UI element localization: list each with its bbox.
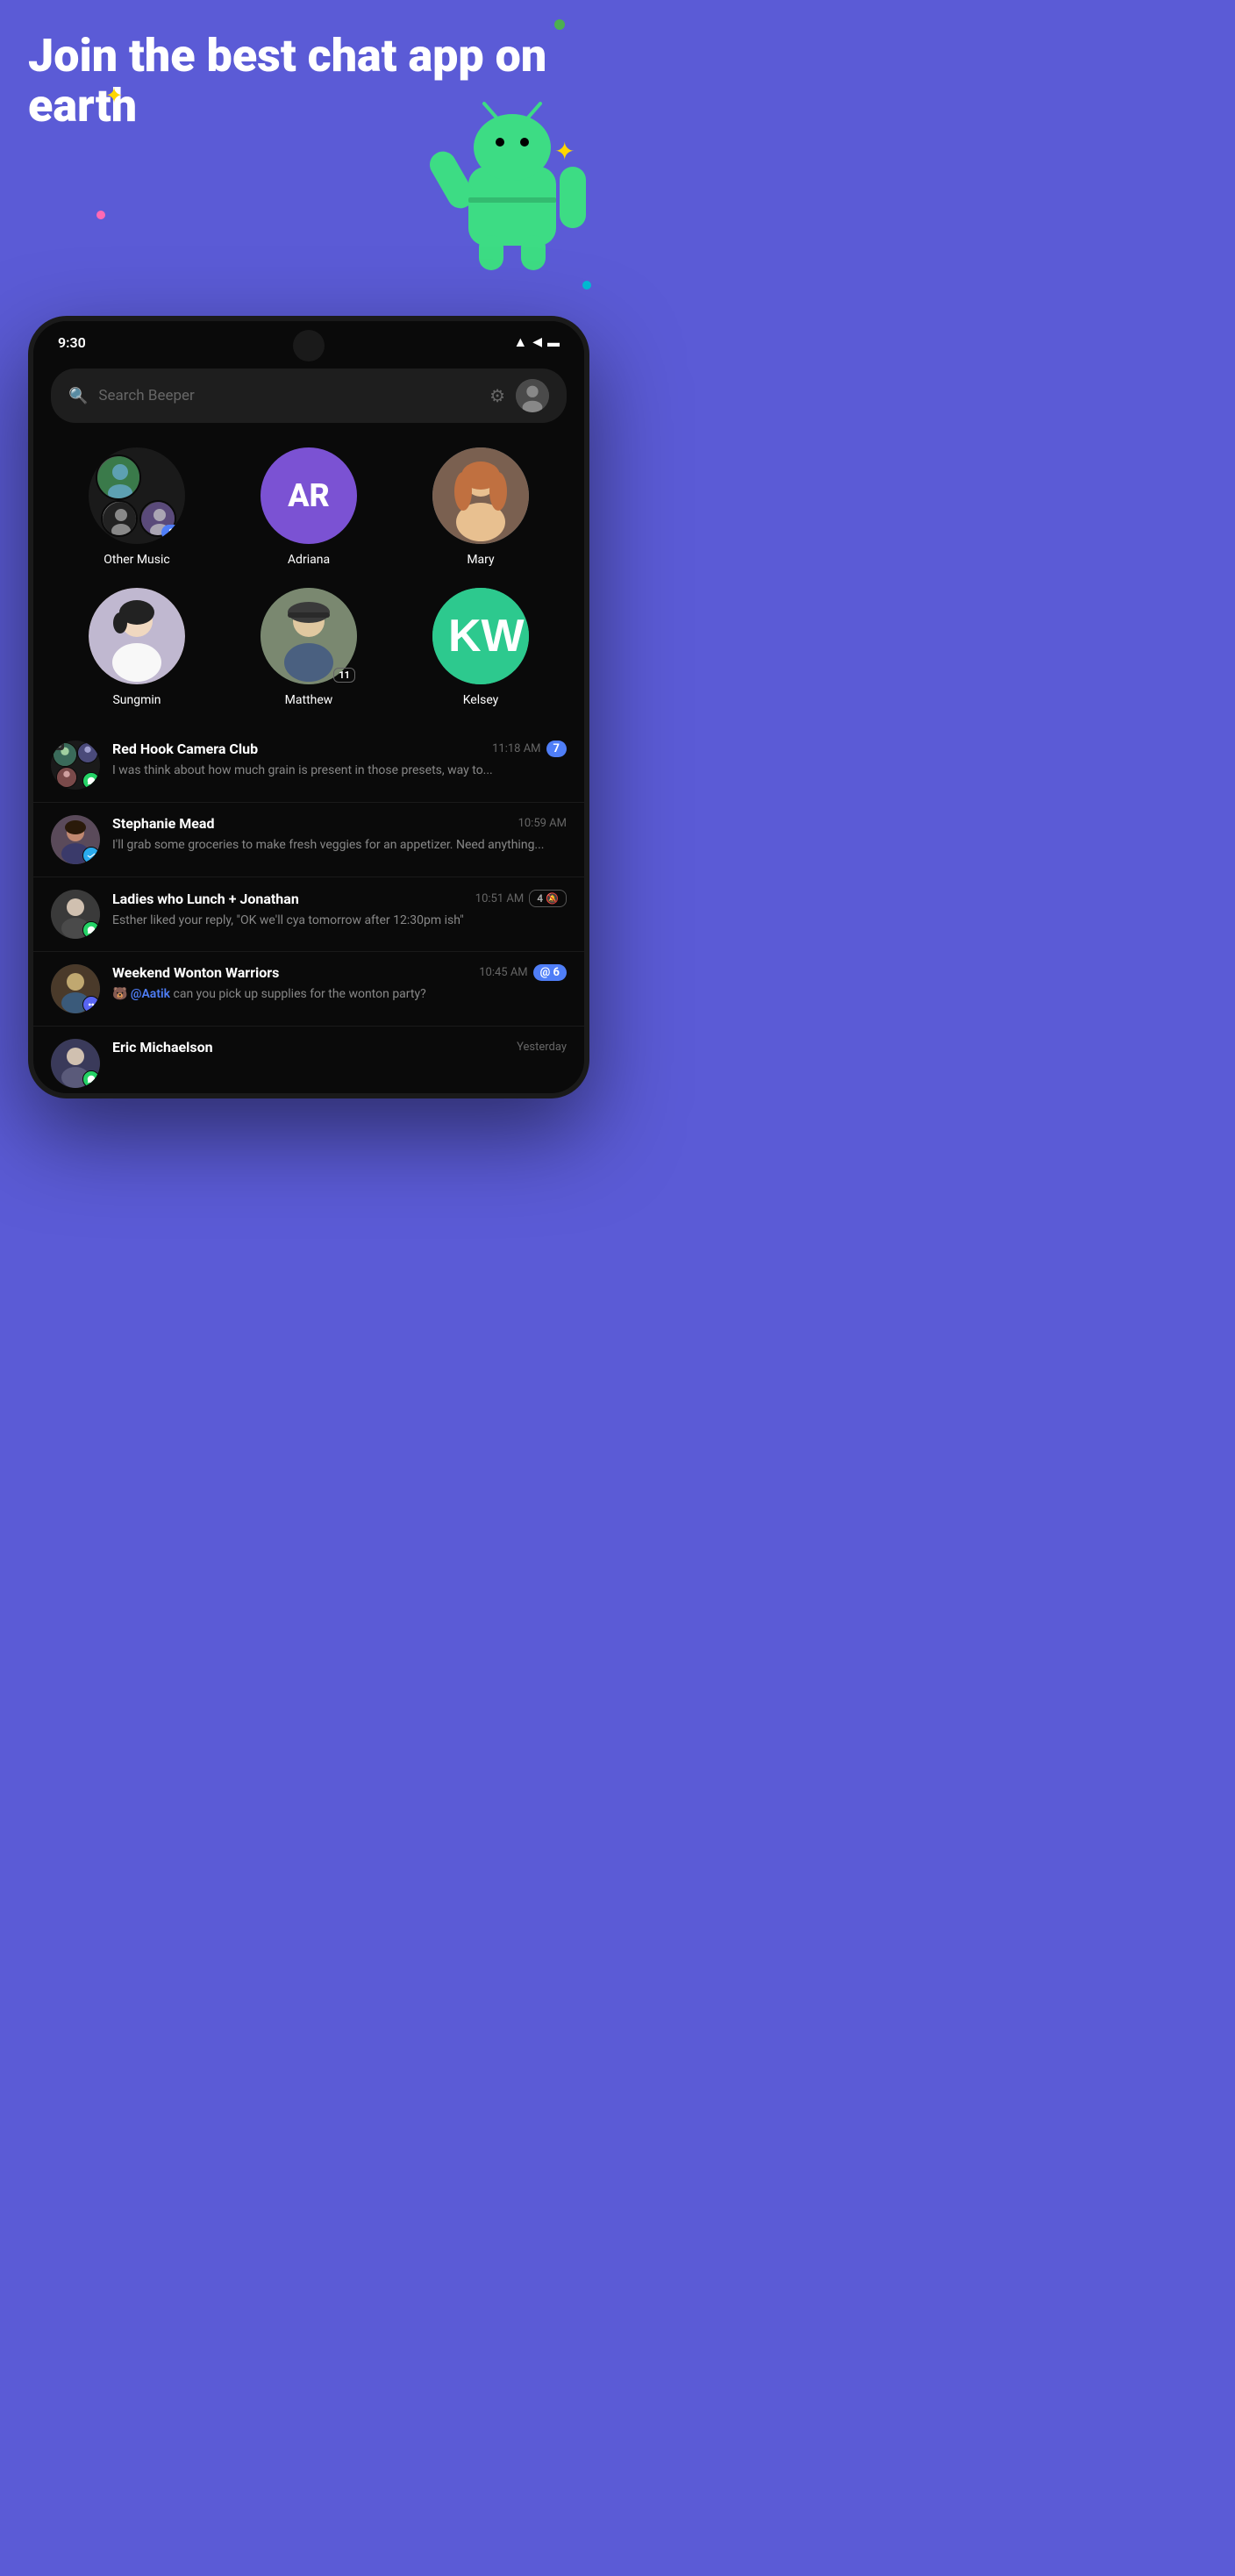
group-mini-2	[101, 500, 138, 537]
hero-section: Join the best chat app on earth ✦ ✦	[0, 0, 618, 369]
stephanie-avatar	[51, 815, 100, 864]
stephanie-time: 10:59 AM	[518, 817, 567, 830]
adriana-label: Adriana	[288, 553, 330, 567]
chat-item-wonton[interactable]: Weekend Wonton Warriors 10:45 AM @ 6 🐻 @…	[33, 952, 584, 1027]
search-placeholder: Search Beeper	[98, 387, 479, 404]
mention-name: @Aatik	[131, 987, 170, 1001]
eric-header: Eric Michaelson Yesterday	[112, 1039, 567, 1055]
wonton-badge: @ 6	[533, 964, 567, 981]
mary-label: Mary	[467, 553, 494, 567]
svg-text:✦: ✦	[554, 137, 575, 166]
ladies-name: Ladies who Lunch + Jonathan	[112, 891, 299, 907]
search-bar[interactable]: 🔍 Search Beeper ⚙	[51, 369, 567, 423]
eric-avatar	[51, 1039, 100, 1088]
matthew-label: Matthew	[285, 693, 333, 707]
chat-item-ladies[interactable]: Ladies who Lunch + Jonathan 10:51 AM 4 🔕…	[33, 877, 584, 952]
dot-green	[554, 19, 565, 30]
story-item-matthew[interactable]: 11 Matthew	[261, 588, 357, 707]
chat-item-red-hook[interactable]: +8 Red Hook Camera Club 11:18 AM 7 I was…	[33, 728, 584, 803]
sungmin-avatar	[89, 588, 185, 684]
eric-content: Eric Michaelson Yesterday	[112, 1039, 567, 1059]
stephanie-content: Stephanie Mead 10:59 AM I'll grab some g…	[112, 815, 567, 855]
stories-row-2: Sungmin 11	[33, 581, 584, 721]
mary-avatar	[432, 447, 529, 544]
whatsapp-icon-2	[82, 921, 100, 939]
story-item-mary[interactable]: Mary	[432, 447, 529, 567]
star-decoration-1: ✦	[105, 83, 123, 108]
eric-time: Yesterday	[517, 1041, 567, 1054]
group-mini-1	[96, 454, 141, 500]
red-hook-content: Red Hook Camera Club 11:18 AM 7 I was th…	[112, 741, 567, 780]
discord-icon	[82, 996, 100, 1013]
ladies-badge: 4 🔕	[529, 890, 567, 907]
battery-icon: ▬	[547, 335, 560, 350]
wonton-header: Weekend Wonton Warriors 10:45 AM @ 6	[112, 964, 567, 981]
other-music-avatar: 8	[89, 447, 185, 544]
settings-icon[interactable]: ⚙	[489, 385, 505, 406]
stephanie-name: Stephanie Mead	[112, 815, 214, 832]
svg-text:KW: KW	[448, 611, 525, 662]
red-hook-time: 11:18 AM	[492, 742, 540, 755]
adriana-avatar: AR	[261, 447, 357, 544]
wonton-time-badge: 10:45 AM @ 6	[479, 964, 567, 981]
wonton-name: Weekend Wonton Warriors	[112, 964, 279, 981]
kelsey-avatar: KW	[432, 588, 529, 684]
ladies-time: 10:51 AM	[475, 892, 524, 905]
stephanie-header: Stephanie Mead 10:59 AM	[112, 815, 567, 832]
status-icons: ▲ ◀ ▬	[513, 333, 560, 351]
ladies-header: Ladies who Lunch + Jonathan 10:51 AM 4 🔕	[112, 890, 567, 907]
ladies-avatar	[51, 890, 100, 939]
chat-list: +8 Red Hook Camera Club 11:18 AM 7 I was…	[33, 728, 584, 1093]
user-avatar[interactable]	[516, 379, 549, 412]
wonton-time: 10:45 AM	[479, 966, 527, 979]
chat-item-eric[interactable]: Eric Michaelson Yesterday	[33, 1027, 584, 1093]
wonton-avatar	[51, 964, 100, 1013]
whatsapp-icon-3	[82, 1070, 100, 1088]
other-music-badge: 8	[161, 525, 182, 540]
dot-pink	[96, 211, 105, 219]
adriana-initials: AR	[288, 477, 330, 514]
red-hook-message: I was think about how much grain is pres…	[112, 763, 493, 777]
dot-cyan	[582, 281, 591, 290]
eric-name: Eric Michaelson	[112, 1039, 213, 1055]
ladies-time-badge: 10:51 AM 4 🔕	[475, 890, 567, 907]
sungmin-label: Sungmin	[112, 693, 161, 707]
other-music-label: Other Music	[104, 553, 169, 567]
status-time: 9:30	[58, 334, 86, 351]
wonton-content: Weekend Wonton Warriors 10:45 AM @ 6 🐻 @…	[112, 964, 567, 1004]
android-mascot: ✦	[425, 88, 600, 281]
story-item-adriana[interactable]: AR Adriana	[261, 447, 357, 567]
story-item-sungmin[interactable]: Sungmin	[89, 588, 185, 707]
stephanie-message: I'll grab some groceries to make fresh v…	[112, 838, 545, 852]
phone-wrapper: 9:30 ▲ ◀ ▬ 🔍 Search Beeper ⚙	[28, 316, 589, 1098]
phone: 9:30 ▲ ◀ ▬ 🔍 Search Beeper ⚙	[28, 316, 589, 1098]
stories-row-1: 8 Other Music AR Adriana	[33, 433, 584, 581]
phone-notch	[293, 330, 325, 361]
red-hook-time-badge: 11:18 AM 7	[492, 741, 567, 757]
kelsey-label: Kelsey	[463, 693, 499, 707]
story-item-other-music[interactable]: 8 Other Music	[89, 447, 185, 567]
ladies-message: Esther liked your reply, "OK we'll cya t…	[112, 913, 464, 927]
ladies-content: Ladies who Lunch + Jonathan 10:51 AM 4 🔕…	[112, 890, 567, 930]
signal-icon: ◀	[532, 335, 542, 349]
red-hook-badge: 7	[546, 741, 567, 757]
wonton-message: 🐻 @Aatik can you pick up supplies for th…	[112, 987, 426, 1001]
red-hook-avatar: +8	[51, 741, 100, 790]
whatsapp-icon	[82, 772, 100, 790]
matthew-badge: 11	[333, 668, 355, 683]
search-icon: 🔍	[68, 387, 88, 405]
group-count: +8	[51, 741, 64, 750]
red-hook-header: Red Hook Camera Club 11:18 AM 7	[112, 741, 567, 757]
telegram-icon	[82, 847, 100, 864]
wifi-icon: ▲	[513, 333, 527, 351]
story-item-kelsey[interactable]: KW Kelsey	[432, 588, 529, 707]
chat-item-stephanie[interactable]: Stephanie Mead 10:59 AM I'll grab some g…	[33, 803, 584, 877]
red-hook-name: Red Hook Camera Club	[112, 741, 258, 757]
